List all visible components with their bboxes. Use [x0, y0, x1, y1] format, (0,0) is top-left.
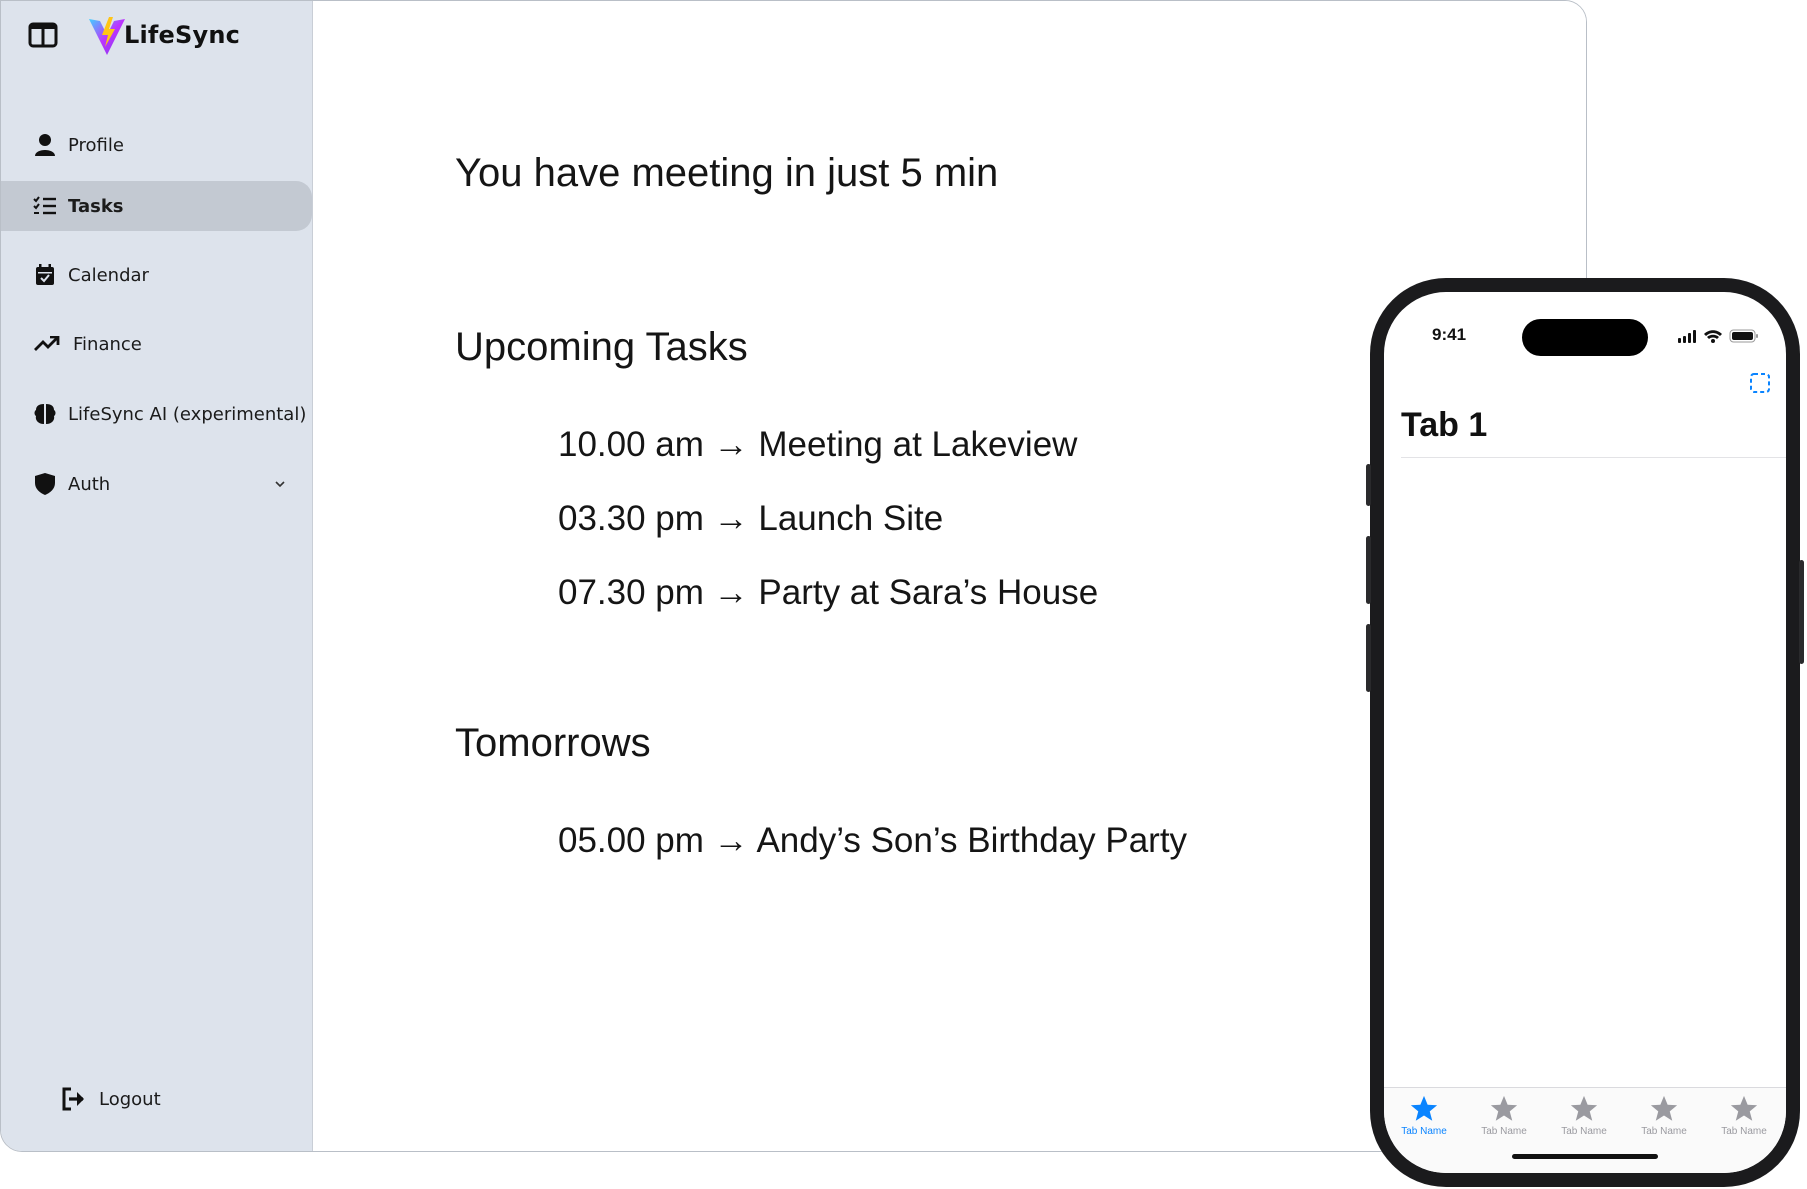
phone-screen: 9:41 Tab 1 Tab Name Tab Name Tab Name Ta…: [1384, 292, 1786, 1173]
tomorrow-tasks-heading: Tomorrows: [455, 721, 651, 765]
phone-volume-up-button: [1366, 536, 1371, 604]
home-indicator: [1512, 1154, 1658, 1159]
meeting-alert: You have meeting in just 5 min: [455, 151, 999, 195]
phone-power-button: [1799, 560, 1804, 664]
phone-mockup: 9:41 Tab 1 Tab Name Tab Name Tab Name Ta…: [1366, 278, 1804, 1187]
phone-mute-switch: [1366, 464, 1371, 506]
sidebar: LifeSync Profile Tasks Calendar Finance …: [1, 1, 313, 1151]
sidebar-item-finance[interactable]: Finance: [1, 319, 312, 369]
sidebar-item-label: Calendar: [68, 264, 149, 286]
sidebar-item-profile[interactable]: Profile: [1, 120, 312, 170]
calendar-icon: [32, 262, 58, 288]
tab-item-3[interactable]: Tab Name: [1544, 1094, 1624, 1144]
sidebar-item-calendar[interactable]: Calendar: [1, 250, 312, 300]
star-icon: [1570, 1095, 1598, 1121]
sidebar-item-label: Auth: [68, 473, 111, 495]
task-item[interactable]: 05.00 pm → Andy’s Son’s Birthday Party: [558, 821, 1187, 861]
star-icon: [1730, 1095, 1758, 1121]
logout-button[interactable]: Logout: [61, 1079, 261, 1119]
lifesync-logo-icon: [89, 17, 125, 55]
star-icon: [1410, 1095, 1438, 1121]
sidebar-header: LifeSync: [1, 1, 312, 71]
select-icon[interactable]: [1749, 372, 1771, 394]
sidebar-item-tasks[interactable]: Tasks: [1, 181, 312, 231]
desktop-app-window: LifeSync Profile Tasks Calendar Finance …: [0, 0, 1587, 1152]
brain-icon: [32, 401, 58, 427]
title-divider: [1401, 457, 1786, 458]
trending-up-icon: [34, 331, 60, 357]
chevron-down-icon[interactable]: [273, 477, 287, 491]
logout-label: Logout: [99, 1088, 161, 1110]
star-icon: [1650, 1095, 1678, 1121]
star-icon: [1490, 1095, 1518, 1121]
tab-label: Tab Name: [1721, 1126, 1767, 1137]
tab-item-4[interactable]: Tab Name: [1624, 1094, 1704, 1144]
dynamic-island: [1522, 319, 1648, 356]
tab-label: Tab Name: [1641, 1126, 1687, 1137]
phone-tab-bar: Tab Name Tab Name Tab Name Tab Name Tab …: [1384, 1087, 1786, 1173]
sidebar-item-auth[interactable]: Auth: [1, 459, 312, 509]
checklist-icon: [32, 193, 58, 219]
tab-label: Tab Name: [1401, 1126, 1447, 1137]
sidebar-item-label: Profile: [68, 134, 124, 156]
task-item[interactable]: 07.30 pm → Party at Sara’s House: [558, 573, 1098, 613]
upcoming-tasks-heading: Upcoming Tasks: [455, 325, 748, 369]
task-item[interactable]: 03.30 pm → Launch Site: [558, 499, 943, 539]
logout-icon: [62, 1087, 84, 1111]
sidebar-item-label: Finance: [73, 333, 142, 355]
shield-icon: [32, 471, 58, 497]
tab-item-1[interactable]: Tab Name: [1384, 1094, 1464, 1144]
phone-page-title: Tab 1: [1401, 406, 1488, 444]
task-item[interactable]: 10.00 am → Meeting at Lakeview: [558, 425, 1077, 465]
person-icon: [32, 132, 58, 158]
status-time: 9:41: [1432, 325, 1467, 344]
phone-volume-down-button: [1366, 624, 1371, 692]
tab-item-2[interactable]: Tab Name: [1464, 1094, 1544, 1144]
sidebar-item-label: Tasks: [68, 195, 124, 217]
tab-label: Tab Name: [1561, 1126, 1607, 1137]
sidebar-item-label: LifeSync AI (experimental): [68, 403, 307, 425]
sidebar-toggle-icon[interactable]: [28, 21, 58, 49]
tab-label: Tab Name: [1481, 1126, 1527, 1137]
status-bar-icons: [1678, 329, 1758, 343]
tab-item-5[interactable]: Tab Name: [1704, 1094, 1784, 1144]
brand-name: LifeSync: [124, 21, 241, 49]
sidebar-item-lifesync-ai[interactable]: LifeSync AI (experimental): [1, 389, 312, 439]
